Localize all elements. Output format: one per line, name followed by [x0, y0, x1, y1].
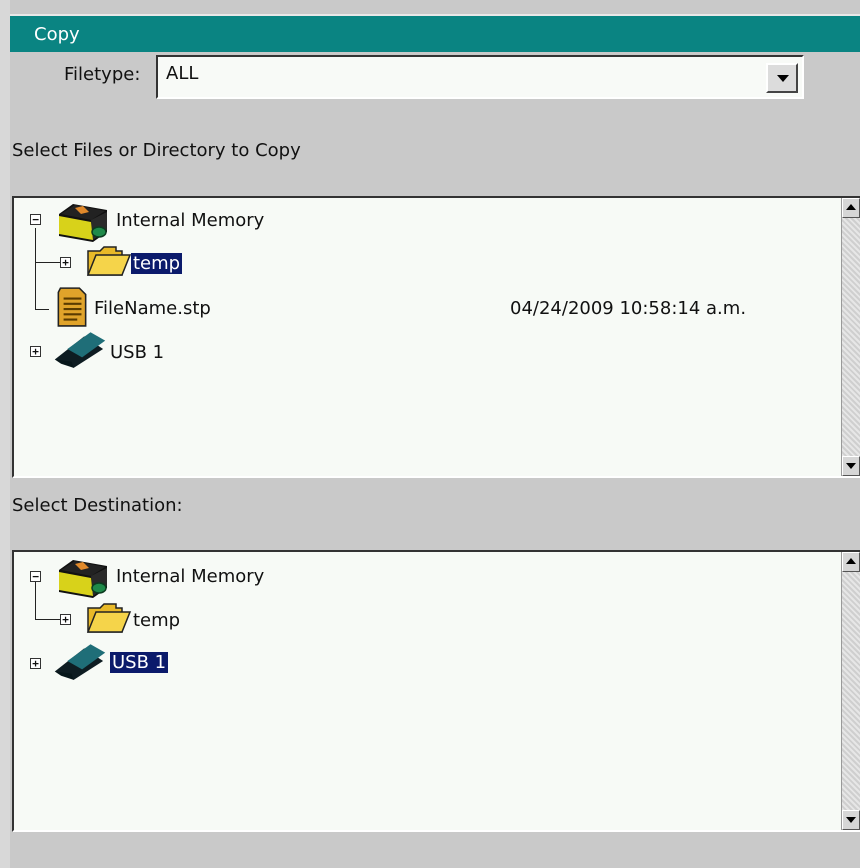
collapse-icon[interactable]: − — [30, 571, 41, 582]
memory-card-icon — [52, 556, 114, 600]
scroll-up-button[interactable] — [842, 552, 860, 572]
source-tree-panel[interactable]: − Internal Memory + temp FileName.stp 04… — [12, 196, 860, 478]
expand-icon[interactable]: + — [30, 346, 41, 357]
destination-scrollbar[interactable] — [841, 552, 860, 830]
window-title-bar: Copy — [10, 14, 860, 52]
source-temp-label[interactable]: temp — [131, 253, 183, 274]
tree-connector — [35, 309, 49, 310]
scroll-down-button[interactable] — [842, 810, 860, 830]
file-date: 04/24/2009 10:58:14 a.m. — [510, 298, 747, 319]
window-title: Copy — [34, 24, 80, 45]
source-file-label[interactable]: FileName.stp — [94, 298, 211, 319]
expand-icon[interactable]: + — [60, 614, 71, 625]
scroll-down-button[interactable] — [842, 456, 860, 476]
collapse-icon[interactable]: − — [30, 214, 41, 225]
folder-icon — [86, 244, 132, 280]
bottom-bar — [10, 836, 860, 868]
memory-card-icon — [52, 200, 114, 244]
destination-section-label: Select Destination: — [12, 495, 183, 516]
usb-drive-icon — [52, 640, 108, 682]
dropdown-button[interactable] — [766, 63, 798, 93]
window-frame — [0, 0, 10, 868]
filetype-value: ALL — [166, 63, 199, 84]
filetype-label: Filetype: — [64, 64, 141, 85]
folder-icon — [86, 601, 132, 637]
expand-icon[interactable]: + — [60, 257, 71, 268]
destination-usb-label[interactable]: USB 1 — [110, 652, 169, 673]
destination-temp-label[interactable]: temp — [133, 610, 180, 631]
tree-connector — [35, 582, 36, 620]
source-internal-memory-label[interactable]: Internal Memory — [116, 210, 264, 231]
filetype-select[interactable]: ALL — [156, 55, 804, 99]
tree-connector — [35, 228, 36, 310]
destination-internal-memory-label[interactable]: Internal Memory — [116, 566, 264, 587]
usb-drive-icon — [52, 328, 108, 370]
expand-icon[interactable]: + — [30, 658, 41, 669]
scroll-up-button[interactable] — [842, 198, 860, 218]
source-usb-label[interactable]: USB 1 — [110, 342, 164, 363]
source-scrollbar[interactable] — [841, 198, 860, 476]
document-icon — [56, 286, 88, 328]
destination-tree-panel[interactable]: − Internal Memory + temp + USB 1 — [12, 550, 860, 832]
source-section-label: Select Files or Directory to Copy — [12, 140, 301, 161]
